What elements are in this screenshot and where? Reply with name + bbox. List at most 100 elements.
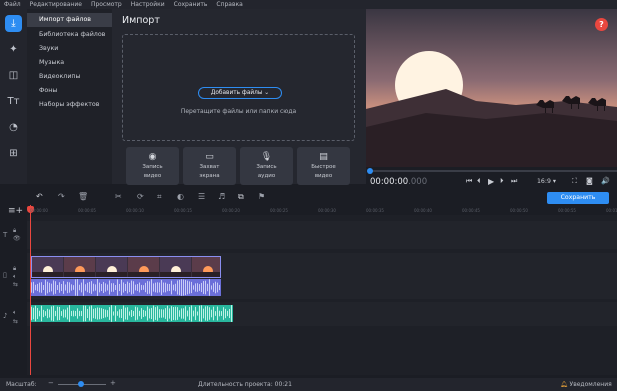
record-audio-button[interactable]: 🎙 Запись аудио (240, 147, 293, 185)
link-icon[interactable]: ⇆ (13, 281, 18, 288)
category-sounds[interactable]: Звуки (27, 42, 112, 56)
zoom-in-icon[interactable]: + (110, 379, 116, 387)
import-icon[interactable]: ⤓ (5, 15, 22, 32)
play-icon[interactable]: ▶ (488, 177, 494, 186)
transitions-icon[interactable]: ◫ (5, 67, 22, 84)
ruler-tick-label: 00:00:20 (222, 208, 240, 213)
waveform-bar (85, 284, 86, 291)
waveform-bar (183, 279, 184, 296)
scale-label: Масштаб: (6, 381, 37, 388)
waveform-bar (89, 281, 90, 294)
waveform-bar (169, 308, 170, 319)
waveform-bar (161, 280, 162, 295)
stickers-icon[interactable]: ◔ (5, 119, 22, 136)
waveform-bar (53, 280, 54, 295)
cut-icon[interactable]: ✂ (115, 192, 122, 201)
ruler-tick-label: 00:00:30 (318, 208, 336, 213)
category-backgrounds[interactable]: Фоны (27, 84, 112, 98)
music-mute-icon[interactable]: 🔈︎ (13, 309, 17, 317)
waveform-bar (143, 285, 144, 290)
color-adjust-icon[interactable]: ◐ (177, 192, 184, 201)
video-lock-icon[interactable]: 🔒︎ (13, 265, 16, 273)
crop-icon[interactable]: ⌗ (157, 192, 162, 202)
waveform-bar (199, 305, 200, 322)
clip-thumbnail (64, 257, 95, 277)
clip-properties-icon[interactable]: ☰ (198, 192, 205, 201)
category-effect-packs[interactable]: Наборы эффектов (27, 98, 112, 112)
video-clip[interactable] (31, 256, 221, 278)
add-files-button[interactable]: Добавить файлы ⌄ (198, 87, 282, 99)
waveform-bar (119, 309, 120, 318)
aspect-ratio-select[interactable]: 16:9 ▾ (537, 178, 556, 185)
ruler-tick-label: 00:00:25 (270, 208, 288, 213)
waveform-bar (65, 309, 66, 318)
menu-edit[interactable]: Редактирование (26, 0, 87, 9)
waveform-bar (191, 305, 192, 322)
skip-end-icon[interactable]: ⏭ (511, 177, 517, 186)
notifications-button[interactable]: 🔔︎ Уведомления (560, 378, 612, 391)
titles-icon[interactable]: Tт (5, 93, 22, 110)
waveform-bar (99, 282, 100, 293)
snapshot-icon[interactable]: ◙ (586, 177, 593, 185)
waveform-bar (143, 309, 144, 318)
waveform-bar (31, 282, 32, 293)
magic-wand-icon[interactable]: ✦ (5, 41, 22, 58)
redo-icon[interactable]: ↷ (58, 192, 65, 201)
skip-start-icon[interactable]: ⏮ (466, 177, 472, 186)
waveform-bar (105, 283, 106, 292)
text-lane[interactable] (27, 221, 617, 249)
waveform-bar (91, 305, 92, 322)
waveform-bar (149, 281, 150, 294)
waveform-bar (105, 309, 106, 318)
music-clip[interactable] (31, 305, 233, 322)
lock-icon[interactable]: 🔒︎ (13, 227, 16, 235)
menu-help[interactable]: Справка (212, 0, 247, 9)
waveform-bar (177, 280, 178, 295)
menu-file[interactable]: Файл (0, 0, 26, 9)
audio-properties-icon[interactable]: ♬ (218, 192, 225, 201)
waveform-bar (85, 305, 86, 322)
help-button[interactable]: ? (595, 18, 608, 31)
tool-sidebar: ⤓ ✦ ◫ Tт ◔ ⊞ (0, 9, 27, 184)
category-music[interactable]: Музыка (27, 56, 112, 70)
fullscreen-icon[interactable]: ⛶ (572, 177, 577, 186)
clip-thumbnail (192, 257, 220, 277)
waveform-bar (75, 279, 76, 296)
zoom-out-icon[interactable]: − (48, 379, 54, 387)
save-button[interactable]: Сохранить (547, 192, 609, 204)
menu-view[interactable]: Просмотр (87, 0, 127, 9)
zoom-knob[interactable] (78, 381, 84, 387)
record-video-button[interactable]: ◉ Запись видео (126, 147, 179, 185)
quick-video-button[interactable]: ▤ Быстрое видео (297, 147, 350, 185)
video-preview[interactable] (366, 9, 617, 167)
visibility-icon[interactable]: 👁︎ (13, 235, 21, 242)
video-clip-audio[interactable] (31, 279, 221, 296)
waveform-bar (57, 306, 58, 321)
rotate-icon[interactable]: ⟳ (137, 192, 144, 201)
volume-icon[interactable]: 🔊 (601, 177, 610, 185)
next-frame-icon[interactable]: ⏵ (500, 177, 504, 186)
player-progress[interactable] (370, 170, 617, 172)
video-mute-icon[interactable]: 🔈︎ (13, 273, 17, 281)
category-import-files[interactable]: Импорт файлов (27, 13, 112, 27)
screen-capture-button[interactable]: ▭ Захват экрана (183, 147, 236, 185)
waveform-bar (81, 282, 82, 293)
waveform-bar (41, 305, 42, 322)
waveform-bar (133, 281, 134, 294)
waveform-bar (147, 306, 148, 321)
menu-settings[interactable]: Настройки (127, 0, 170, 9)
more-tools-icon[interactable]: ⊞ (5, 145, 22, 162)
prev-frame-icon[interactable]: ⏴ (477, 177, 481, 186)
menu-export[interactable]: Сохранить (170, 0, 213, 9)
waveform-bar (65, 284, 66, 291)
undo-icon[interactable]: ↶ (36, 192, 43, 201)
stabilize-icon[interactable]: ⧉ (238, 192, 244, 202)
delete-icon[interactable]: 🗑 (78, 192, 88, 201)
progress-knob[interactable] (367, 168, 373, 174)
marker-flag-icon[interactable]: ⚑ (258, 192, 265, 201)
waveform-bar (155, 282, 156, 293)
playhead[interactable] (30, 205, 31, 375)
category-file-library[interactable]: Библиотека файлов (27, 28, 112, 42)
music-link-icon[interactable]: ⇆ (13, 318, 18, 325)
category-videoclips[interactable]: Видеоклипы (27, 70, 112, 84)
